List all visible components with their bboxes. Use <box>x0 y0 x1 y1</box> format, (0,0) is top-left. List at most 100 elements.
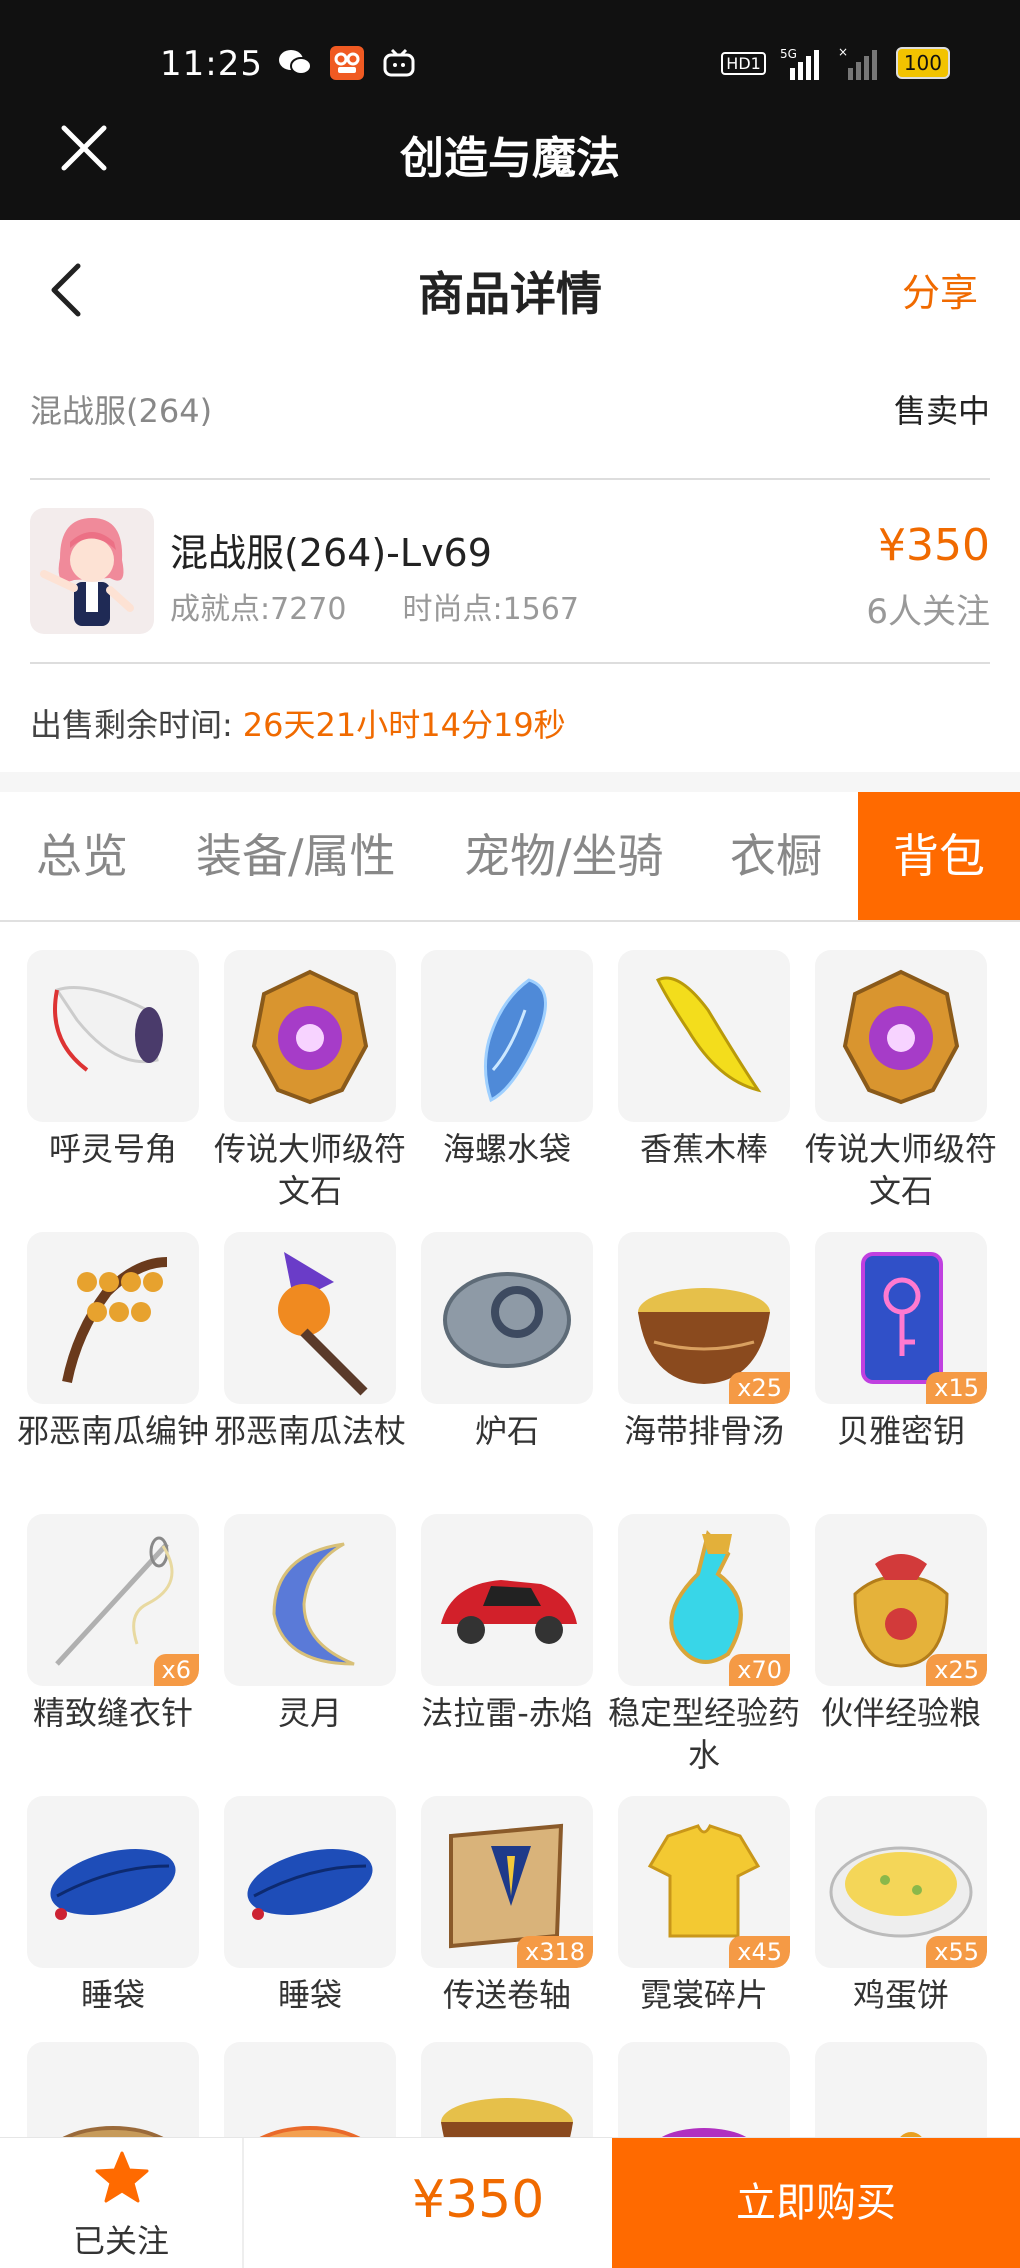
moon-icon <box>272 1542 355 1666</box>
server-row: 混战服(264) 售卖中 <box>30 386 990 446</box>
item-quantity-badge: x318 <box>516 1936 593 1968</box>
item-cell[interactable]: 香蕉木棒 <box>618 950 790 1170</box>
server-name: 混战服(264) <box>30 392 213 430</box>
sleeping-bag-icon <box>247 1849 373 1920</box>
item-name: 精致缝衣针 <box>32 1694 193 1732</box>
item-thumbnail <box>618 2042 790 2137</box>
star-icon <box>95 2151 149 2203</box>
conch-icon <box>484 978 547 1103</box>
rune-stone-icon <box>251 969 369 1105</box>
item-cell[interactable]: 传说大师级符文石 <box>214 950 406 1212</box>
horn-icon <box>53 986 163 1072</box>
product-stats: 成就点:7270 时尚点:1567 <box>170 584 579 628</box>
item-name: 呼灵号角 <box>48 1130 177 1168</box>
item-thumbnail <box>224 950 396 1122</box>
item-cell[interactable]: 邪恶南瓜法杖 <box>214 1232 406 1452</box>
tab-overview[interactable]: 总览 <box>36 792 128 920</box>
item-cell[interactable]: 灵月 <box>224 1514 396 1734</box>
item-thumbnail <box>224 1796 396 1968</box>
tab-equipment[interactable]: 装备/属性 <box>196 792 396 920</box>
item-quantity-badge: x15 <box>926 1372 987 1404</box>
bottom-price: ¥350 <box>412 2170 545 2230</box>
item-thumbnail: x55 <box>815 1796 987 1968</box>
item-name: 贝雅密钥 <box>836 1412 965 1450</box>
tab-backpack[interactable]: 背包 <box>858 792 1020 920</box>
item-name: 传说大师级符文石 <box>213 1130 406 1210</box>
item-name: 香蕉木棒 <box>639 1130 768 1168</box>
fashion-points: 时尚点:1567 <box>402 592 579 627</box>
item-name: 传说大师级符文石 <box>804 1130 997 1210</box>
svg-text:×: × <box>838 46 848 59</box>
item-cell[interactable]: 炉石 <box>421 1232 593 1452</box>
item-cell[interactable]: 传说大师级符文石 <box>805 950 997 1212</box>
item-quantity-badge: x6 <box>153 1654 199 1686</box>
item-name: 灵月 <box>277 1694 342 1732</box>
item-name: 邪恶南瓜法杖 <box>213 1412 406 1450</box>
remaining-label: 出售剩余时间: <box>30 706 233 744</box>
item-cell[interactable]: x25 伙伴经验粮 <box>815 1514 987 1734</box>
item-cell[interactable]: 法拉雷-赤焰 <box>421 1514 593 1734</box>
item-thumbnail: x15 <box>815 1232 987 1404</box>
item-thumbnail <box>27 2042 199 2137</box>
clock: 11:25 <box>160 44 263 84</box>
battery-icon: 100 <box>895 47 950 79</box>
tab-pets[interactable]: 宠物/坐骑 <box>464 792 664 920</box>
item-cell[interactable]: 海螺水袋 <box>421 950 593 1170</box>
item-thumbnail: x45 <box>618 1796 790 1968</box>
item-cell[interactable]: x25 海带排骨汤 <box>618 1232 790 1452</box>
item-cell[interactable] <box>224 2042 396 2137</box>
buy-now-button[interactable]: 立即购买 <box>612 2138 1020 2268</box>
item-name: 睡袋 <box>277 1976 342 2014</box>
item-grid: 呼灵号角 传说大师级符文石 海螺水袋 香蕉木棒 传说大师级符文石 邪恶南瓜编钟 邪恶南瓜法杖… <box>0 950 1020 2137</box>
avatar <box>30 508 154 634</box>
item-cell[interactable]: 睡袋 <box>27 1796 199 2016</box>
product-summary: 混战服(264)-Lv69 成就点:7270 时尚点:1567 ¥350 6人关注 <box>30 508 990 636</box>
item-quantity-badge: x55 <box>926 1936 987 1968</box>
share-button[interactable]: 分享 <box>902 262 978 317</box>
item-thumbnail <box>815 2042 987 2137</box>
item-name: 海带排骨汤 <box>623 1412 784 1450</box>
item-thumbnail <box>421 1232 593 1404</box>
fish-dish-icon <box>62 2126 164 2137</box>
product-price: ¥350 <box>878 520 990 571</box>
item-name: 鸡蛋饼 <box>852 1976 949 2014</box>
item-name: 伙伴经验粮 <box>820 1694 981 1732</box>
item-cell[interactable]: 睡袋 <box>224 1796 396 2016</box>
item-cell[interactable] <box>618 2042 790 2137</box>
item-thumbnail <box>27 1796 199 1968</box>
item-thumbnail <box>421 1514 593 1686</box>
item-thumbnail: x70 <box>618 1514 790 1686</box>
svg-text:5G: 5G <box>780 47 797 61</box>
item-cell[interactable]: x6 精致缝衣针 <box>27 1514 199 1734</box>
hd-icon: HD1 <box>721 51 766 75</box>
item-cell[interactable]: x55 鸡蛋饼 <box>815 1796 987 2016</box>
hearthstone-icon <box>443 1272 571 1368</box>
section-gap <box>0 772 1020 792</box>
item-name: 炉石 <box>474 1412 539 1450</box>
item-cell[interactable] <box>421 2042 593 2137</box>
banana-club-icon <box>655 976 762 1093</box>
pumpkin-staff-icon <box>278 1252 368 1396</box>
remaining-value: 26天21小时14分19秒 <box>242 706 566 744</box>
follow-button[interactable]: 已关注 <box>0 2138 244 2268</box>
item-cell[interactable] <box>815 2042 987 2137</box>
item-cell[interactable]: x318 传送卷轴 <box>421 1796 593 2016</box>
item-thumbnail <box>224 1514 396 1686</box>
tab-wardrobe[interactable]: 衣橱 <box>730 792 822 920</box>
item-cell[interactable] <box>27 2042 199 2137</box>
item-cell[interactable]: 邪恶南瓜编钟 <box>17 1232 209 1452</box>
item-name: 邪恶南瓜编钟 <box>16 1412 209 1450</box>
item-cell[interactable]: 呼灵号角 <box>27 950 199 1170</box>
item-cell[interactable]: x15 贝雅密钥 <box>815 1232 987 1452</box>
item-thumbnail <box>618 950 790 1122</box>
item-quantity-badge: x25 <box>729 1372 790 1404</box>
item-cell[interactable]: x70 稳定型经验药水 <box>608 1514 800 1776</box>
achievement-points: 成就点:7270 <box>170 592 347 627</box>
item-thumbnail: x25 <box>618 1232 790 1404</box>
fruit-plate-icon <box>900 2132 922 2137</box>
rune-stone-icon <box>842 969 960 1105</box>
tab-bar: 总览 装备/属性 宠物/坐骑 衣橱 背包 <box>0 792 1020 922</box>
pumpkin-bells-icon <box>62 1257 168 1383</box>
system-icons: HD1 5G × 100 <box>721 46 950 80</box>
item-cell[interactable]: x45 霓裳碎片 <box>618 1796 790 2016</box>
